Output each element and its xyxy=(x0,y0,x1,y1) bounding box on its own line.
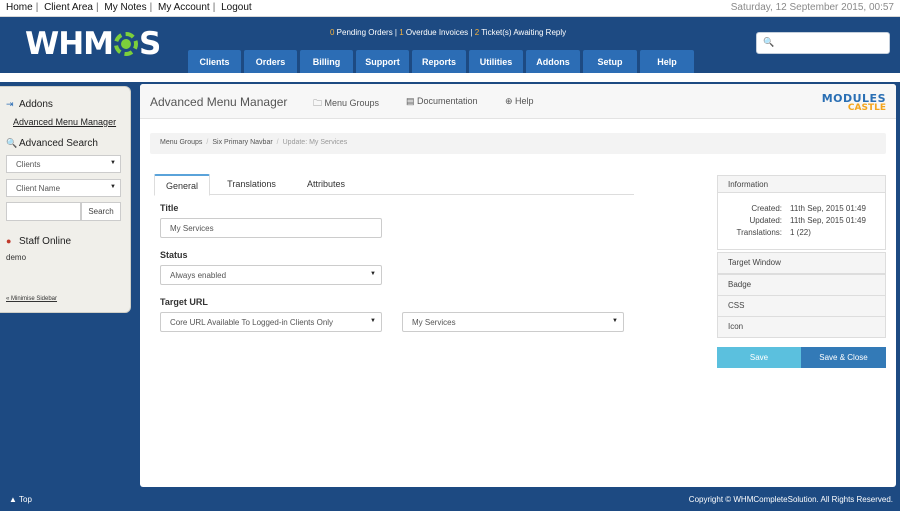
icon-panel[interactable]: Icon xyxy=(717,316,886,338)
nav-tab-clients[interactable]: Clients xyxy=(188,50,241,73)
form-tabs: General Translations Attributes xyxy=(154,174,634,196)
whmcs-logo[interactable]: WHM S xyxy=(25,26,161,62)
translations-value: 1 (22) xyxy=(790,228,811,237)
footer: ▲ Top Copyright © WHMCompleteSolution. A… xyxy=(0,489,900,511)
menu-groups-link[interactable]: 🗀 Menu Groups xyxy=(313,96,379,112)
documentation-link[interactable]: ▤ Documentation xyxy=(406,96,478,107)
title-label: Title xyxy=(160,203,179,213)
nav-tab-utilities[interactable]: Utilities xyxy=(469,50,523,73)
pending-orders-label[interactable]: Pending Orders | xyxy=(334,28,399,37)
sidebar-search-input[interactable] xyxy=(6,202,81,221)
sidebar: ⇥ Addons Advanced Menu Manager 🔍 Advanced … xyxy=(0,86,131,313)
my-account-link[interactable]: My Account xyxy=(158,2,210,13)
tickets-label[interactable]: Ticket(s) Awaiting Reply xyxy=(479,28,566,37)
back-to-top-link[interactable]: ▲ Top xyxy=(9,495,32,504)
home-link[interactable]: Home xyxy=(6,2,33,13)
nav-tab-addons[interactable]: Addons xyxy=(526,50,580,73)
nav-tab-setup[interactable]: Setup xyxy=(583,50,637,73)
target-url-type-select[interactable]: Core URL Available To Logged-in Clients … xyxy=(160,312,382,332)
page-title: Advanced Menu Manager xyxy=(150,95,288,109)
status-label: Status xyxy=(160,250,188,260)
tab-general[interactable]: General xyxy=(154,174,210,196)
overdue-invoices-label[interactable]: Overdue Invoices | xyxy=(404,28,475,37)
breadcrumb-menu-groups[interactable]: Menu Groups xyxy=(160,139,202,146)
header-divider xyxy=(0,73,900,82)
css-panel[interactable]: CSS xyxy=(717,295,886,317)
created-label: Created: xyxy=(751,204,782,213)
addons-icon: ⇥ xyxy=(6,99,14,109)
nav-tab-support[interactable]: Support xyxy=(356,50,409,73)
breadcrumb-current: Update: My Services xyxy=(282,139,348,146)
badge-panel[interactable]: Badge xyxy=(717,274,886,296)
advanced-menu-manager-link[interactable]: Advanced Menu Manager xyxy=(13,117,116,127)
user-icon: ● xyxy=(6,236,12,246)
header: WHM S 0 Pending Orders | 1 Overdue Invoic… xyxy=(0,17,900,73)
status-select[interactable]: Always enabled xyxy=(160,265,382,285)
book-icon: ▤ xyxy=(406,96,418,106)
global-search: 🔍 xyxy=(756,32,890,54)
tab-translations[interactable]: Translations xyxy=(214,174,289,195)
current-date: Saturday, 12 September 2015, 00:57 xyxy=(730,2,894,13)
help-icon: ⊕ xyxy=(505,96,516,106)
tab-attributes[interactable]: Attributes xyxy=(292,174,360,195)
my-notes-link[interactable]: My Notes xyxy=(104,2,146,13)
gear-logo-icon xyxy=(114,32,138,56)
title-input[interactable]: My Services xyxy=(160,218,382,238)
updated-label: Updated: xyxy=(749,216,782,225)
search-icon: 🔍 xyxy=(763,37,775,47)
help-link[interactable]: ⊕ Help xyxy=(505,96,534,107)
nav-tab-reports[interactable]: Reports xyxy=(412,50,466,73)
translations-label: Translations: xyxy=(736,228,783,237)
top-links: Home | Client Area | My Notes | My Account |… xyxy=(6,2,252,13)
target-url-select[interactable]: My Services xyxy=(402,312,624,332)
save-close-button[interactable]: Save & Close xyxy=(801,347,886,368)
logout-link[interactable]: Logout xyxy=(221,2,252,13)
staff-online-user: demo xyxy=(6,253,27,262)
folder-icon: 🗀 xyxy=(313,98,325,108)
target-url-label: Target URL xyxy=(160,297,208,307)
copyright: Copyright © WHMCompleteSolution. All Rig… xyxy=(688,495,893,504)
minimise-sidebar-link[interactable]: « Minimise Sidebar xyxy=(6,296,57,302)
information-header: Information xyxy=(718,176,885,193)
search-icon: 🔍 xyxy=(6,138,18,148)
information-panel: Information Created: 11th Sep, 2015 01:4… xyxy=(717,175,886,250)
advanced-search-heading: 🔍 Advanced Search xyxy=(6,138,98,149)
global-search-input[interactable] xyxy=(775,35,885,51)
main-nav: Clients Orders Billing Support Reports U… xyxy=(188,50,694,73)
alerts-bar: 0 Pending Orders | 1 Overdue Invoices | … xyxy=(330,28,566,37)
updated-value: 11th Sep, 2015 01:49 xyxy=(790,216,866,225)
addons-heading: ⇥ Addons xyxy=(6,99,53,110)
target-window-panel[interactable]: Target Window xyxy=(717,252,886,274)
sidebar-search-button[interactable]: Search xyxy=(81,202,121,221)
search-type-select[interactable]: Clients xyxy=(6,155,121,173)
nav-tab-billing[interactable]: Billing xyxy=(300,50,353,73)
staff-online-heading: ● Staff Online xyxy=(6,236,72,247)
client-area-link[interactable]: Client Area xyxy=(44,2,93,13)
module-header: Advanced Menu Manager 🗀 Menu Groups ▤ Do… xyxy=(140,84,896,119)
main-content: Advanced Menu Manager 🗀 Menu Groups ▤ Do… xyxy=(140,84,896,487)
modules-castle-logo: MODULES CASTLE xyxy=(821,92,886,113)
created-value: 11th Sep, 2015 01:49 xyxy=(790,204,866,213)
top-bar: Home | Client Area | My Notes | My Account |… xyxy=(0,0,900,17)
search-field-select[interactable]: Client Name xyxy=(6,179,121,197)
breadcrumb-navbar[interactable]: Six Primary Navbar xyxy=(212,139,272,146)
save-button[interactable]: Save xyxy=(717,347,801,368)
nav-tab-orders[interactable]: Orders xyxy=(244,50,297,73)
nav-tab-help[interactable]: Help xyxy=(640,50,694,73)
breadcrumb: Menu Groups / Six Primary Navbar / Update: M… xyxy=(150,133,886,154)
